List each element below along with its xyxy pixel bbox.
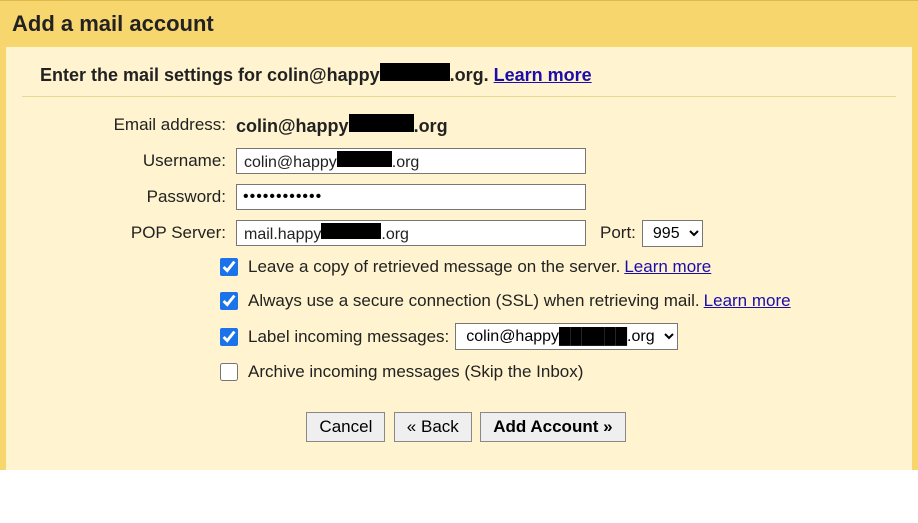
port-select[interactable]: 995 [642, 220, 703, 247]
subtitle: Enter the mail settings for colin@happy.… [22, 57, 896, 96]
redacted-text [349, 114, 414, 132]
dialog-panel: Enter the mail settings for colin@happy.… [6, 47, 912, 470]
dialog-title: Add a mail account [0, 1, 918, 47]
archive-row: Archive incoming messages (Skip the Inbo… [216, 360, 896, 384]
add-mail-account-dialog: Add a mail account Enter the mail settin… [0, 0, 918, 470]
password-label: Password: [36, 187, 236, 207]
ssl-checkbox[interactable] [220, 292, 238, 310]
leave-copy-label: Leave a copy of retrieved message on the… [248, 257, 620, 277]
port-label: Port: [600, 223, 636, 243]
email-value: colin@happy.org [236, 114, 448, 137]
subtitle-email: colin@happy.org [267, 63, 484, 86]
label-messages-select[interactable]: colin@happy██████.org [455, 323, 678, 350]
archive-checkbox[interactable] [220, 363, 238, 381]
subtitle-prefix: Enter the mail settings for [40, 65, 267, 85]
password-input[interactable] [236, 184, 586, 210]
label-messages-row: Label incoming messages: colin@happy████… [216, 323, 896, 350]
back-button[interactable]: « Back [394, 412, 472, 442]
leave-copy-learn-more-link[interactable]: Learn more [624, 257, 711, 277]
button-bar: Cancel « Back Add Account » [36, 412, 896, 442]
label-messages-label: Label incoming messages: [248, 327, 449, 347]
leave-copy-row: Leave a copy of retrieved message on the… [216, 255, 896, 279]
pop-server-input[interactable] [236, 220, 586, 246]
learn-more-link[interactable]: Learn more [494, 65, 592, 85]
leave-copy-checkbox[interactable] [220, 258, 238, 276]
cancel-button[interactable]: Cancel [306, 412, 385, 442]
add-account-button[interactable]: Add Account » [480, 412, 625, 442]
username-label: Username: [36, 151, 236, 171]
ssl-label: Always use a secure connection (SSL) whe… [248, 291, 700, 311]
settings-form: Email address: colin@happy.org Username:… [22, 111, 896, 442]
pop-server-label: POP Server: [36, 223, 236, 243]
ssl-learn-more-link[interactable]: Learn more [704, 291, 791, 311]
redacted-text [380, 63, 450, 81]
email-label: Email address: [36, 115, 236, 135]
archive-label: Archive incoming messages (Skip the Inbo… [248, 362, 583, 382]
label-messages-checkbox[interactable] [220, 328, 238, 346]
ssl-row: Always use a secure connection (SSL) whe… [216, 289, 896, 313]
username-input[interactable] [236, 148, 586, 174]
separator [22, 96, 896, 97]
